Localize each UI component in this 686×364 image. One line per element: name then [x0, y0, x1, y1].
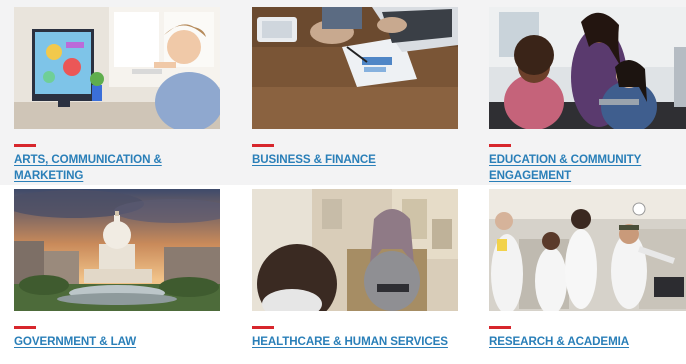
- accent-bar: [252, 326, 274, 329]
- card-arts-communication-marketing[interactable]: ARTS, COMMUNICATION & MARKETING: [14, 7, 220, 187]
- card-government-law[interactable]: GOVERNMENT & LAW: [14, 189, 220, 364]
- card-healthcare-human-services[interactable]: HEALTHCARE & HUMAN SERVICES: [252, 189, 458, 364]
- accent-bar: [14, 326, 36, 329]
- card-business-finance[interactable]: BUSINESS & FINANCE: [252, 7, 458, 187]
- card-education-community-engagement[interactable]: EDUCATION & COMMUNITY ENGAGEMENT: [489, 7, 686, 187]
- card-label[interactable]: ARTS, COMMUNICATION & MARKETING: [14, 152, 220, 184]
- business-finance-photo: [252, 7, 458, 129]
- card-label[interactable]: BUSINESS & FINANCE: [252, 152, 458, 168]
- research-academia-photo: [489, 189, 686, 311]
- card-research-academia[interactable]: RESEARCH & ACADEMIA: [489, 189, 686, 364]
- healthcare-human-services-photo: [252, 189, 458, 311]
- education-community-photo: [489, 7, 686, 129]
- card-label[interactable]: EDUCATION & COMMUNITY ENGAGEMENT: [489, 152, 686, 184]
- arts-communication-photo: [14, 7, 220, 129]
- accent-bar: [252, 144, 274, 147]
- card-label[interactable]: RESEARCH & ACADEMIA: [489, 334, 686, 350]
- accent-bar: [489, 144, 511, 147]
- government-law-photo: [14, 189, 220, 311]
- accent-bar: [489, 326, 511, 329]
- career-pathways-grid: ARTS, COMMUNICATION & MARKETING BUSINESS…: [0, 0, 686, 364]
- accent-bar: [14, 144, 36, 147]
- card-label[interactable]: GOVERNMENT & LAW: [14, 334, 220, 350]
- card-label[interactable]: HEALTHCARE & HUMAN SERVICES: [252, 334, 458, 350]
